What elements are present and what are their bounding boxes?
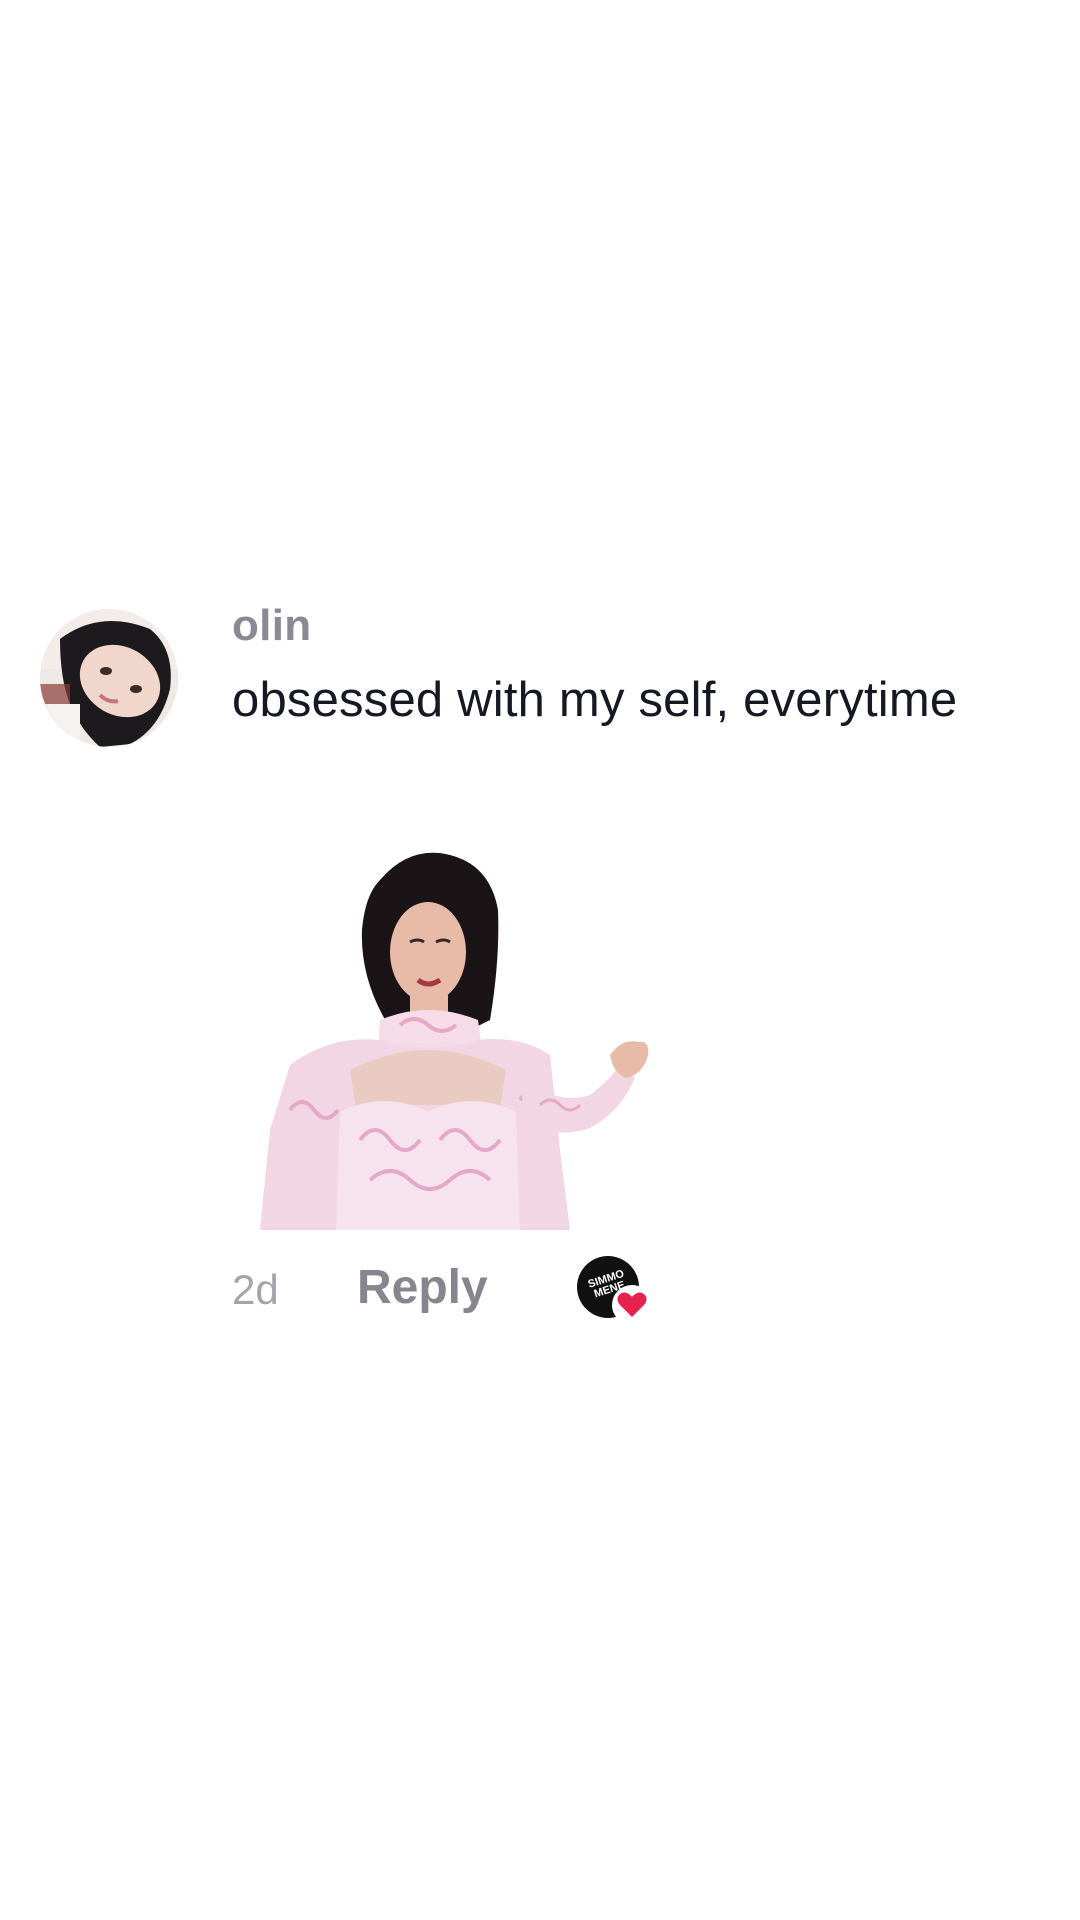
- comment-actions: 2d Reply SIMMO MENE: [232, 1250, 832, 1330]
- comment-item: olin obsessed with my self, everytime 2d…: [40, 600, 1040, 1340]
- comment-username[interactable]: olin: [232, 600, 311, 652]
- reply-button[interactable]: Reply: [357, 1258, 488, 1318]
- comment-sticker[interactable]: [250, 850, 720, 1230]
- comment-text: obsessed with my self, everytime: [232, 673, 958, 727]
- commenter-avatar[interactable]: [40, 609, 178, 747]
- liked-by-creator-badge: SIMMO MENE: [577, 1250, 657, 1330]
- comment-timestamp: 2d: [232, 1266, 279, 1313]
- woman-in-lace-dress-sticker-icon: [260, 852, 649, 1230]
- heart-icon: [612, 1285, 652, 1325]
- avatar-image-icon: [40, 609, 178, 747]
